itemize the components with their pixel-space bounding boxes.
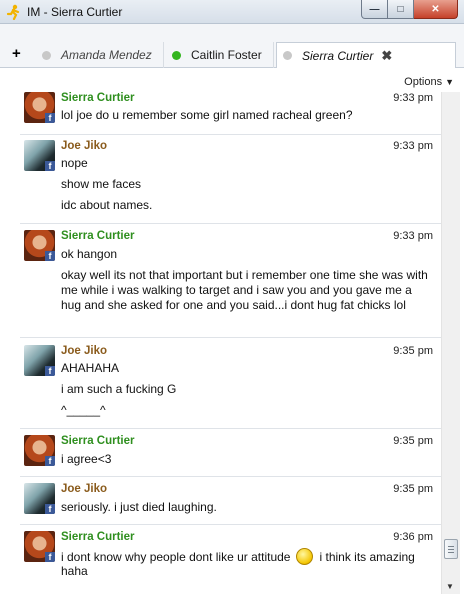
avatar: f bbox=[24, 230, 55, 261]
message-text: i dont know why people dont like ur atti… bbox=[61, 548, 433, 565]
tab-label: Sierra Curtier bbox=[302, 48, 374, 63]
timestamp: 9:33 pm bbox=[393, 92, 433, 104]
tab-sierra-curtier[interactable]: Sierra Curtier ✖ bbox=[276, 42, 456, 68]
smiley-emoticon-icon bbox=[296, 548, 314, 565]
message-text: i am such a fucking G bbox=[61, 382, 177, 396]
sender-name: Joe Jiko bbox=[61, 483, 108, 495]
message: f Sierra Curtier 9:36 pm i dont know why… bbox=[20, 526, 441, 594]
message-text: ^_____^ bbox=[61, 403, 106, 417]
tab-amanda-mendez[interactable]: Amanda Mendez bbox=[42, 42, 164, 68]
scrollbar-thumb[interactable] bbox=[444, 539, 458, 559]
avatar: f bbox=[24, 483, 55, 514]
timestamp: 9:36 pm bbox=[393, 531, 433, 543]
message-text-part: i think its amazing bbox=[319, 550, 415, 564]
options-label: Options bbox=[404, 76, 443, 88]
chat-transcript: f Sierra Curtier 9:33 pm lol joe do u re… bbox=[20, 92, 441, 594]
options-menu[interactable]: Options ▼ bbox=[404, 76, 454, 88]
facebook-icon: f bbox=[45, 113, 55, 123]
status-dot-icon bbox=[172, 50, 181, 60]
add-tab-button[interactable]: + bbox=[12, 46, 21, 61]
timestamp: 9:33 pm bbox=[393, 140, 433, 152]
message-text: lol joe do u remember some girl named ra… bbox=[61, 108, 353, 122]
window-title: IM - Sierra Curtier bbox=[27, 5, 123, 19]
message-text: haha bbox=[61, 564, 88, 578]
sender-name: Sierra Curtier bbox=[61, 435, 135, 447]
facebook-icon: f bbox=[45, 552, 55, 562]
message: f Joe Jiko 9:33 pm nope show me faces id… bbox=[20, 136, 441, 224]
caret-down-icon: ▼ bbox=[445, 77, 454, 87]
message-text: nope bbox=[61, 156, 88, 170]
close-window-button[interactable]: ✕ bbox=[414, 0, 458, 19]
facebook-icon: f bbox=[45, 161, 55, 171]
facebook-icon: f bbox=[45, 456, 55, 466]
avatar: f bbox=[24, 435, 55, 466]
grip-icon bbox=[448, 546, 454, 553]
message-text: seriously. i just died laughing. bbox=[61, 500, 217, 514]
message: f Joe Jiko 9:35 pm AHAHAHA i am such a f… bbox=[20, 339, 441, 429]
minimize-button[interactable]: — bbox=[361, 0, 388, 19]
avatar: f bbox=[24, 345, 55, 376]
message-text: idc about names. bbox=[61, 198, 153, 212]
avatar: f bbox=[24, 92, 55, 123]
message: f Joe Jiko 9:35 pm seriously. i just die… bbox=[20, 478, 441, 525]
tab-label: Caitlin Foster bbox=[191, 48, 262, 62]
status-dot-icon bbox=[42, 50, 51, 60]
message-text: AHAHAHA bbox=[61, 361, 120, 375]
sender-name: Sierra Curtier bbox=[61, 92, 135, 104]
maximize-button[interactable]: □ bbox=[388, 0, 414, 19]
avatar: f bbox=[24, 140, 55, 171]
facebook-icon: f bbox=[45, 366, 55, 376]
message-text: show me faces bbox=[61, 177, 142, 191]
aim-running-man-icon bbox=[6, 4, 20, 20]
close-tab-icon[interactable]: ✖ bbox=[381, 48, 392, 64]
title-bar: IM - Sierra Curtier — □ ✕ bbox=[0, 0, 464, 24]
facebook-icon: f bbox=[45, 504, 55, 514]
chat-scrollbar[interactable]: ▼ bbox=[441, 92, 460, 594]
timestamp: 9:35 pm bbox=[393, 345, 433, 357]
conversation-tabs: + Amanda Mendez Caitlin Foster Sierra Cu… bbox=[0, 24, 464, 68]
message-text: ok hangon bbox=[61, 247, 118, 261]
timestamp: 9:33 pm bbox=[393, 230, 433, 242]
tab-label: Amanda Mendez bbox=[61, 48, 152, 62]
sender-name: Joe Jiko bbox=[61, 140, 108, 152]
message: f Sierra Curtier 9:33 pm ok hangon okay … bbox=[20, 225, 441, 338]
message: f Sierra Curtier 9:33 pm lol joe do u re… bbox=[20, 92, 441, 135]
message-text: okay well its not that important but i r… bbox=[61, 268, 428, 312]
message-text: i agree<3 bbox=[61, 452, 112, 466]
sender-name: Joe Jiko bbox=[61, 345, 108, 357]
scroll-down-arrow-icon[interactable]: ▼ bbox=[446, 582, 454, 591]
facebook-icon: f bbox=[45, 251, 55, 261]
sender-name: Sierra Curtier bbox=[61, 230, 135, 242]
message-text-part: i dont know why people dont like ur atti… bbox=[61, 550, 291, 564]
timestamp: 9:35 pm bbox=[393, 435, 433, 447]
message: f Sierra Curtier 9:35 pm i agree<3 bbox=[20, 430, 441, 477]
timestamp: 9:35 pm bbox=[393, 483, 433, 495]
status-dot-icon bbox=[283, 51, 292, 60]
avatar: f bbox=[24, 531, 55, 562]
tab-caitlin-foster[interactable]: Caitlin Foster bbox=[172, 42, 274, 68]
sender-name: Sierra Curtier bbox=[61, 531, 135, 543]
